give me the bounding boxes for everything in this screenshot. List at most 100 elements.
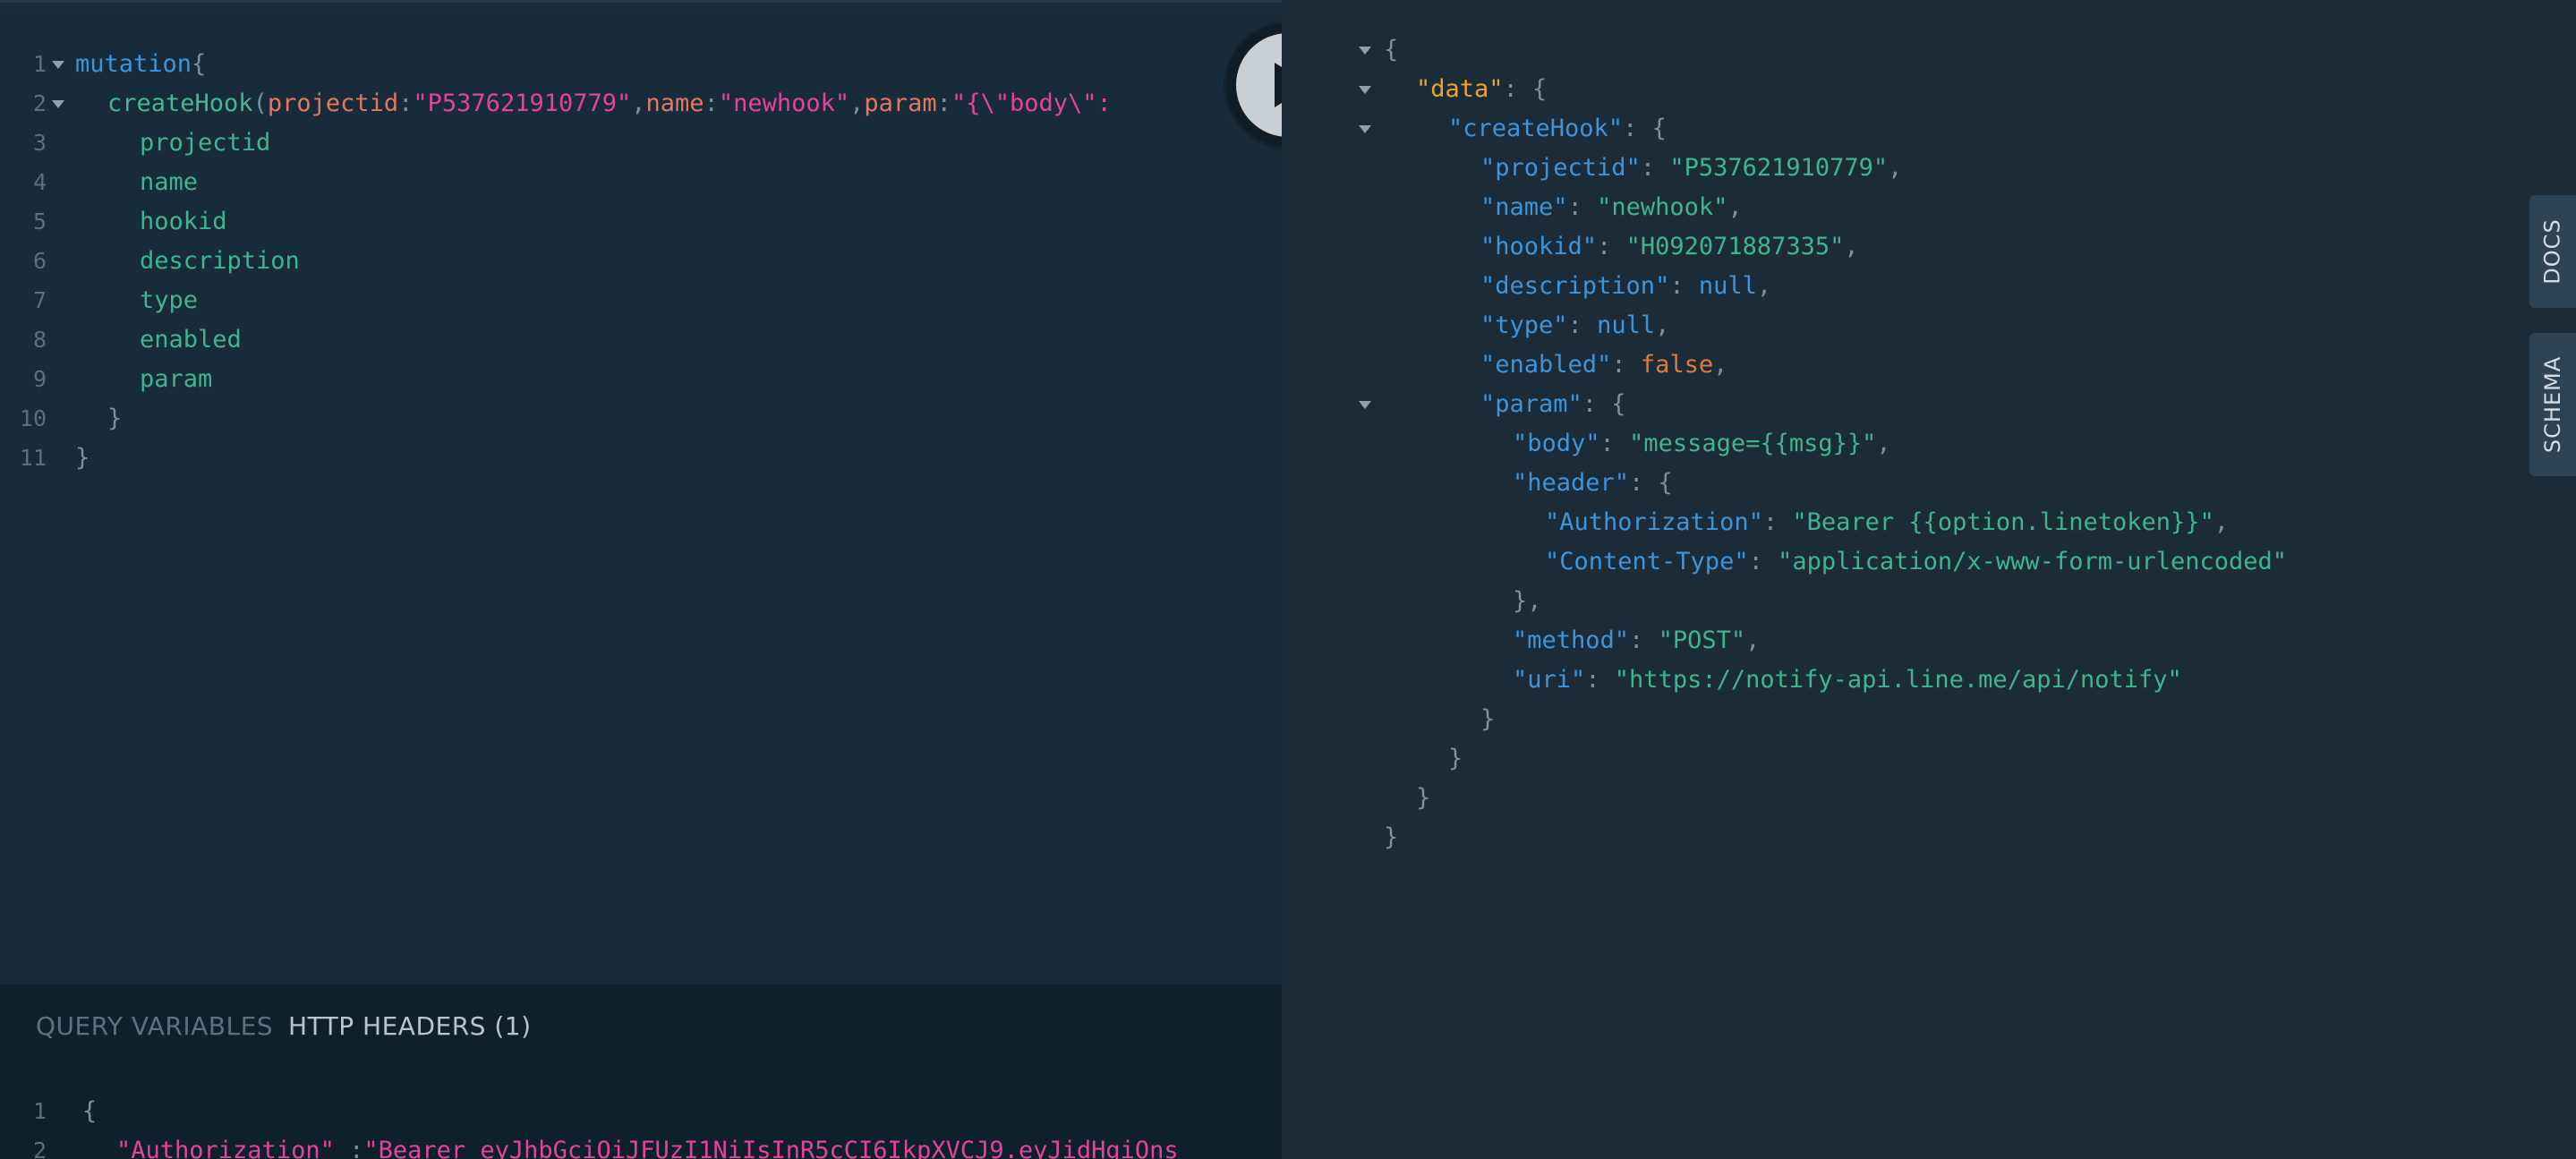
- field-line: name: [140, 168, 199, 196]
- createhook-key: "createHook": [1448, 115, 1624, 142]
- mutation-keyword: mutation: [75, 50, 192, 78]
- json-value: "P537621910779": [1669, 154, 1889, 182]
- argument-name: param: [864, 89, 937, 117]
- fold-arrow-icon[interactable]: [1359, 125, 1371, 133]
- line-number: 5: [32, 209, 47, 234]
- data-key: "data": [1416, 75, 1504, 103]
- tab-http-headers[interactable]: HTTP HEADERS (1): [288, 1011, 532, 1041]
- docs-tab-label: DOCS: [2540, 218, 2565, 285]
- result-createhook-line: "createHook": {: [1448, 115, 1667, 142]
- result-content-type-line: "Content-Type": "application/x-www-form-…: [1545, 548, 2288, 575]
- argument-name: projectid: [267, 89, 399, 117]
- line-number: 10: [19, 405, 47, 431]
- result-description-line: "description": null,: [1480, 272, 1772, 300]
- line-number: 4: [32, 169, 47, 195]
- line-number: 8: [32, 327, 47, 353]
- result-header-close: },: [1513, 587, 1542, 615]
- json-key: "hookid": [1480, 233, 1598, 260]
- result-header-line: "header": {: [1513, 469, 1673, 497]
- result-viewer: { "data": { "createHook": { "projectid":…: [1282, 0, 2576, 1159]
- colon: :: [704, 89, 719, 117]
- result-uri-line: "uri": "https://notify-api.line.me/api/n…: [1513, 666, 2182, 694]
- json-key: "Authorization": [1545, 508, 1763, 536]
- field-line: enabled: [140, 326, 242, 354]
- code-line-2: createHook(projectid:"P537621910779",nam…: [107, 84, 1112, 124]
- schema-tab[interactable]: SCHEMA: [2529, 333, 2576, 476]
- json-value: "application/x-www-form-urlencoded": [1778, 548, 2288, 575]
- fold-arrow-icon[interactable]: [52, 61, 64, 69]
- comma: ,: [631, 89, 646, 117]
- line-number: 9: [32, 366, 47, 392]
- code-line-1: mutation{: [75, 45, 206, 84]
- argument-value: "{\"body\":: [951, 89, 1112, 117]
- json-value: "newhook": [1597, 193, 1728, 221]
- result-enabled-line: "enabled": false,: [1480, 351, 1728, 379]
- json-value: null: [1597, 311, 1656, 339]
- query-editor[interactable]: 1 2 3 4 5 6 7 8 9 10 11 mutation{ create…: [0, 9, 1282, 984]
- json-value: "H092071887335": [1625, 233, 1845, 260]
- json-key: "type": [1480, 311, 1568, 339]
- json-key: "method": [1513, 626, 1630, 654]
- result-body-line: "body": "message={{msg}}",: [1513, 430, 1891, 457]
- argument-name: name: [645, 89, 704, 117]
- colon: :: [936, 89, 951, 117]
- variables-pane: QUERY VARIABLES HTTP HEADERS (1) 1 2 { "…: [0, 984, 1282, 1159]
- fold-arrow-icon[interactable]: [52, 100, 64, 108]
- docs-tab[interactable]: DOCS: [2529, 195, 2576, 308]
- closing-brace: }: [1480, 705, 1496, 733]
- header-value: "Bearer eyJhbGciOiJFUzI1NiIsInR5cCI6IkpX…: [363, 1137, 1179, 1159]
- field-line: param: [140, 365, 213, 393]
- fold-arrow-icon[interactable]: [1359, 401, 1371, 409]
- json-value: "POST": [1658, 626, 1746, 654]
- tab-query-variables[interactable]: QUERY VARIABLES: [36, 1011, 273, 1041]
- json-key: "uri": [1513, 666, 1586, 694]
- schema-tab-label: SCHEMA: [2540, 355, 2566, 454]
- line-number: 1: [32, 51, 47, 77]
- argument-value: "P537621910779": [413, 89, 632, 117]
- brace: {: [192, 50, 207, 78]
- result-projectid-line: "projectid": "P537621910779",: [1480, 154, 1903, 182]
- json-value: "https://notify-api.line.me/api/notify": [1614, 666, 2182, 694]
- result-method-line: "method": "POST",: [1513, 626, 1761, 654]
- line-number: 2: [32, 1138, 47, 1159]
- line-number: 6: [32, 248, 47, 274]
- json-key: "projectid": [1480, 154, 1641, 182]
- fold-arrow-icon[interactable]: [1359, 86, 1371, 94]
- json-value: "Bearer {{option.linetoken}}": [1792, 508, 2214, 536]
- headers-open-brace: {: [82, 1097, 98, 1125]
- json-value: false: [1640, 351, 1714, 379]
- field-line: description: [140, 247, 300, 275]
- json-value: null: [1698, 272, 1757, 300]
- result-data-line: "data": {: [1416, 75, 1548, 103]
- line-number: 3: [32, 130, 47, 156]
- json-key: "param": [1480, 390, 1582, 418]
- comma: ,: [849, 89, 865, 117]
- json-key: "header": [1513, 469, 1630, 497]
- argument-value: "newhook": [718, 89, 850, 117]
- fold-arrow-icon[interactable]: [1359, 47, 1371, 55]
- result-open-brace: {: [1384, 36, 1399, 64]
- result-authorization-line: "Authorization": "Bearer {{option.lineto…: [1545, 508, 2230, 536]
- field-line: hookid: [140, 208, 227, 235]
- line-number: 1: [32, 1098, 47, 1124]
- paren: (: [252, 89, 268, 117]
- colon: :: [398, 89, 414, 117]
- headers-line-2[interactable]: "Authorization" :"Bearer eyJhbGciOiJFUzI…: [116, 1131, 1179, 1159]
- json-key: "Content-Type": [1545, 548, 1749, 575]
- closing-brace: }: [1384, 823, 1399, 851]
- closing-brace: }: [1416, 784, 1431, 812]
- json-value: "message={{msg}}": [1629, 430, 1877, 457]
- result-hookid-line: "hookid": "H092071887335",: [1480, 233, 1859, 260]
- json-key: "description": [1480, 272, 1670, 300]
- closing-brace: }: [1448, 745, 1463, 772]
- result-param-line: "param": {: [1480, 390, 1626, 418]
- line-number: 2: [32, 90, 47, 116]
- result-type-line: "type": null,: [1480, 311, 1670, 339]
- json-key: "body": [1513, 430, 1600, 457]
- result-name-line: "name": "newhook",: [1480, 193, 1743, 221]
- header-separator: :: [334, 1137, 364, 1159]
- header-key: "Authorization": [116, 1137, 335, 1159]
- json-key: "name": [1480, 193, 1568, 221]
- closing-brace: }: [75, 444, 90, 472]
- line-number: 11: [19, 445, 47, 471]
